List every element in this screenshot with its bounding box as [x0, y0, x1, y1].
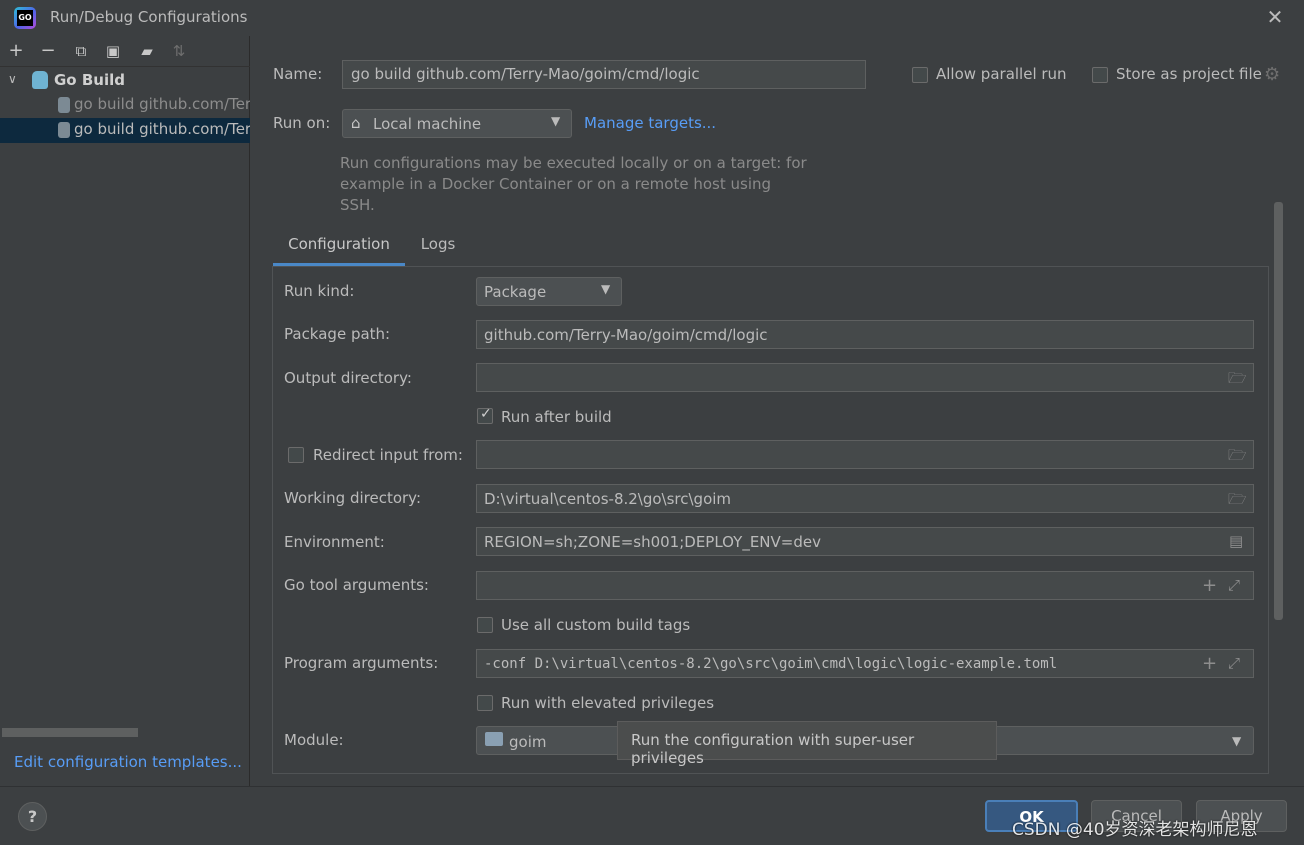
run-kind-value: Package — [484, 283, 547, 301]
elevated-privileges-checkbox[interactable] — [477, 695, 493, 711]
copy-icon[interactable]: ⧉ — [70, 40, 92, 62]
working-directory-input[interactable]: D:\virtual\centos-8.2\go\src\goim — [476, 484, 1254, 513]
help-button[interactable]: ? — [18, 802, 47, 831]
document-icon[interactable]: ▤ — [1229, 532, 1243, 550]
add-icon[interactable]: + — [5, 40, 27, 62]
run-on-hint: Run configurations may be executed local… — [340, 154, 807, 214]
store-project-checkbox[interactable] — [1092, 67, 1108, 83]
program-arguments-label: Program arguments: — [284, 654, 439, 672]
tree-item-comet[interactable]: go build github.com/Terry-Mao/goim/cmd/c… — [0, 93, 250, 118]
module-label: Module: — [284, 731, 344, 749]
run-on-label: Run on: — [273, 114, 331, 132]
go-file-icon — [58, 97, 70, 113]
tree-group-go-build[interactable]: Go Build — [54, 71, 125, 89]
edit-templates-link[interactable]: Edit configuration templates... — [14, 753, 242, 771]
sort-icon[interactable]: ⇅ — [168, 40, 190, 62]
elevated-privileges-label[interactable]: Run with elevated privileges — [501, 694, 714, 712]
redirect-input-checkbox[interactable] — [288, 447, 304, 463]
allow-parallel-checkbox[interactable] — [912, 67, 928, 83]
close-icon[interactable]: ✕ — [1264, 6, 1286, 28]
run-on-dropdown[interactable]: ⌂ Local machine ▼ — [342, 109, 572, 138]
goland-logo-icon: GO — [14, 7, 36, 29]
run-kind-label: Run kind: — [284, 282, 355, 300]
title-bar: GO Run/Debug Configurations ✕ — [0, 0, 1304, 36]
tab-configuration[interactable]: Configuration — [273, 226, 405, 266]
logo-text: GO — [17, 10, 33, 26]
output-directory-label: Output directory: — [284, 369, 412, 387]
manage-targets-link[interactable]: Manage targets... — [584, 114, 716, 132]
redirect-input-field[interactable] — [476, 440, 1254, 469]
go-tool-arguments-label: Go tool arguments: — [284, 576, 429, 594]
new-folder-icon[interactable]: ▰ — [136, 40, 158, 62]
output-directory-input[interactable] — [476, 363, 1254, 392]
go-tool-arguments-input[interactable] — [476, 571, 1254, 600]
remove-icon[interactable]: − — [37, 40, 59, 62]
save-icon[interactable]: ▣ — [102, 40, 124, 62]
folder-icon[interactable]: 🗁 — [1228, 489, 1247, 514]
elevated-privileges-tooltip: Run the configuration with super-user pr… — [617, 721, 997, 767]
package-path-input[interactable]: github.com/Terry-Mao/goim/cmd/logic — [476, 320, 1254, 349]
program-arguments-input[interactable]: -conf D:\virtual\centos-8.2\go\src\goim\… — [476, 649, 1196, 678]
folder-icon[interactable]: 🗁 — [1228, 368, 1247, 393]
caret-down-icon: ▼ — [551, 114, 561, 128]
package-path-label: Package path: — [284, 325, 391, 343]
name-label: Name: — [273, 65, 323, 83]
environment-input[interactable]: REGION=sh;ZONE=sh001;DEPLOY_ENV=dev — [476, 527, 1254, 556]
tree-item-logic[interactable]: go build github.com/Terry-Mao/goim/cmd/l… — [0, 118, 250, 143]
horizontal-scrollbar[interactable] — [2, 728, 138, 737]
watermark: CSDN @40岁资深老架构师尼恩 — [1012, 820, 1258, 840]
caret-down-icon: ▼ — [601, 282, 611, 296]
go-build-icon — [32, 71, 48, 89]
tree-item-label: go build github.com/Terry-Mao/goim/cmd/l… — [74, 120, 250, 138]
plus-icon[interactable]: + — [1202, 653, 1217, 674]
run-kind-dropdown[interactable]: Package ▼ — [476, 277, 622, 306]
tree-item-label: go build github.com/Terry-Mao/goim/cmd/c… — [74, 95, 250, 113]
custom-build-tags-label[interactable]: Use all custom build tags — [501, 616, 690, 634]
module-folder-icon — [485, 732, 503, 746]
store-project-label[interactable]: Store as project file — [1116, 65, 1262, 83]
module-value: goim — [509, 733, 547, 751]
plus-icon[interactable]: + — [1202, 575, 1217, 596]
run-on-value: Local machine — [373, 115, 482, 133]
environment-label: Environment: — [284, 533, 385, 551]
config-tree-panel: + − ⧉ ▣ ▰ ⇅ ∨ Go Build go build github.c… — [0, 36, 250, 787]
footer-divider — [0, 786, 1304, 787]
folder-icon[interactable]: 🗁 — [1228, 445, 1247, 470]
tab-logs[interactable]: Logs — [410, 226, 466, 266]
expand-icon[interactable]: ⤢ — [1228, 576, 1240, 594]
working-directory-label: Working directory: — [284, 489, 422, 507]
caret-down-icon: ▼ — [1232, 734, 1242, 748]
chevron-down-icon[interactable]: ∨ — [8, 72, 17, 86]
custom-build-tags-checkbox[interactable] — [477, 617, 493, 633]
allow-parallel-label[interactable]: Allow parallel run — [936, 65, 1067, 83]
go-file-icon — [58, 122, 70, 138]
window-title: Run/Debug Configurations — [50, 8, 248, 26]
gear-icon[interactable]: ⚙ — [1264, 64, 1280, 85]
expand-icon[interactable]: ⤢ — [1228, 654, 1240, 672]
run-after-build-label[interactable]: Run after build — [501, 408, 612, 426]
vertical-scrollbar[interactable] — [1274, 202, 1283, 620]
run-after-build-checkbox[interactable] — [477, 406, 493, 424]
name-input[interactable]: go build github.com/Terry-Mao/goim/cmd/l… — [342, 60, 866, 89]
redirect-input-label[interactable]: Redirect input from: — [313, 446, 463, 464]
toolbar-divider — [0, 66, 250, 67]
home-icon: ⌂ — [351, 114, 361, 132]
